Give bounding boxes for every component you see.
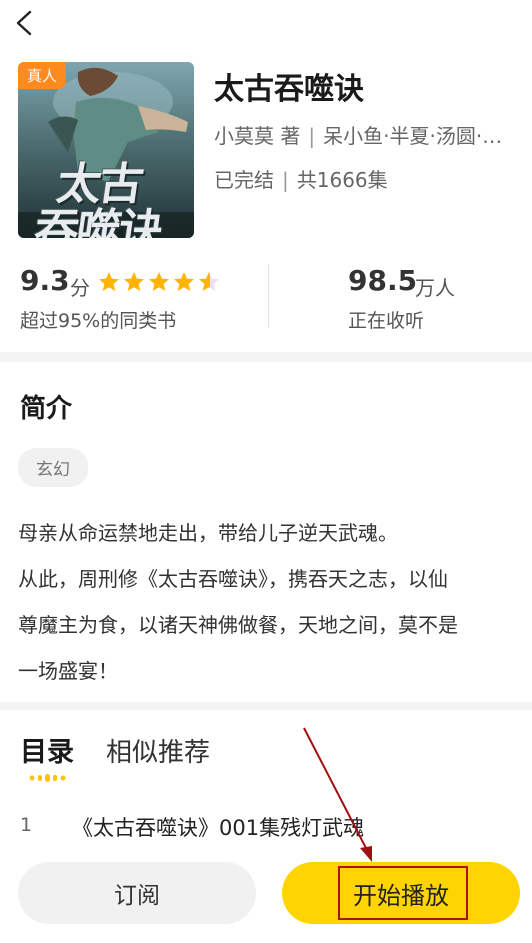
episode-title: 《太古吞噬诀》001集残灯武魂 [72, 816, 365, 840]
listeners-unit: 万人 [415, 276, 455, 300]
stats-row: 9.3 分 超过95%的同类书 98.5 万人 正在收听 [0, 262, 532, 332]
star-icon [124, 272, 144, 291]
chevron-left-icon [16, 10, 32, 36]
intro-heading: 简介 [20, 394, 73, 424]
highlight-box [338, 866, 468, 920]
cover-title-line1: 太古 [53, 159, 145, 210]
star-icon [99, 272, 119, 291]
book-cover[interactable]: 真人 太古 吞噬诀 [18, 62, 194, 238]
section-divider [0, 702, 532, 710]
stats-divider [268, 264, 269, 328]
rating-stars [98, 270, 222, 298]
intro-line: 尊魔主为食，以诸天神佛做餐，天地之间，莫不是 [18, 613, 458, 637]
rating-unit: 分 [70, 276, 90, 300]
author-link[interactable]: 小莫莫 著 [214, 124, 300, 148]
tab-indicator [29, 774, 66, 782]
episode-index: 1 [20, 814, 33, 836]
star-icons [99, 272, 219, 291]
cover-badge: 真人 [18, 62, 67, 89]
back-button[interactable] [12, 8, 40, 38]
intro-line: 一场盛宴！ [18, 659, 118, 683]
status-text: 已完结 [214, 168, 274, 192]
cover-title: 太古 吞噬诀 [31, 159, 171, 238]
star-icon [149, 272, 169, 291]
genre-tag[interactable]: 玄幻 [18, 448, 88, 487]
tab-similar[interactable]: 相似推荐 [106, 732, 210, 769]
separator: | [282, 168, 289, 192]
episode-count: 共1666集 [296, 168, 388, 192]
section-divider [0, 352, 532, 362]
book-status: 已完结 | 共1666集 [214, 164, 388, 193]
rating-value: 9.3 [20, 264, 70, 297]
separator: | [308, 124, 316, 148]
listeners-value: 98.5 [348, 264, 418, 297]
book-title: 太古吞噬诀 [214, 72, 364, 107]
listeners-subtext: 正在收听 [348, 310, 425, 332]
cover-title-line2: 吞噬诀 [31, 205, 165, 238]
tab-catalog[interactable]: 目录 [20, 730, 74, 769]
intro-text[interactable]: 母亲从命运禁地走出，带给儿子逆天武魂。 从此，周刑修《太古吞噬诀》，携吞天之志，… [18, 510, 518, 694]
rating-subtext: 超过95%的同类书 [20, 310, 177, 332]
subscribe-button[interactable]: 订阅 [18, 862, 256, 924]
intro-line: 母亲从命运禁地走出，带给儿子逆天武魂。 [18, 521, 398, 545]
intro-line: 从此，周刑修《太古吞噬诀》，携吞天之志，以仙 [18, 567, 448, 591]
book-credits: 小莫莫 著 | 呆小鱼·半夏·汤圆·… [214, 120, 502, 149]
narrator-link[interactable]: 呆小鱼·半夏·汤圆·… [323, 124, 502, 148]
star-half-icon [199, 272, 219, 291]
star-icon [174, 272, 194, 291]
